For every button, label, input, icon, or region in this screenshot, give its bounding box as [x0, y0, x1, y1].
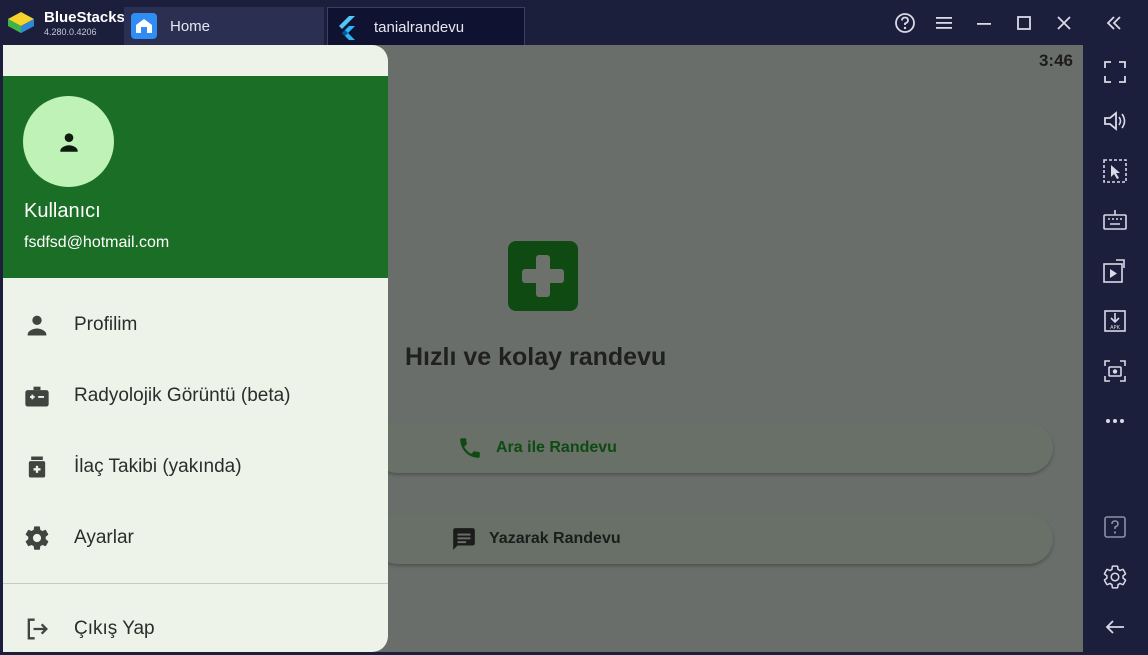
back-icon[interactable] — [1102, 614, 1128, 640]
write-appointment-button[interactable]: Yazarak Randevu — [373, 514, 1053, 564]
tab-home-label: Home — [170, 18, 211, 35]
drawer-divider — [3, 583, 388, 584]
drawer-item-settings[interactable]: Ayarlar — [3, 508, 388, 568]
drawer-item-radiology[interactable]: Radyolojik Görüntü (beta) — [3, 366, 388, 426]
tab-tanialrandevu[interactable]: tanialrandevu — [327, 7, 525, 45]
menu-icon[interactable] — [933, 12, 955, 34]
person-icon — [27, 315, 47, 336]
apk-install-icon[interactable]: APK — [1102, 308, 1128, 334]
more-icon[interactable] — [1102, 408, 1128, 434]
avatar[interactable] — [23, 96, 114, 187]
volume-icon[interactable] — [1102, 108, 1128, 134]
person-icon — [60, 133, 78, 152]
help-icon[interactable] — [1102, 514, 1128, 540]
tab-home[interactable]: Home — [124, 7, 324, 45]
drawer-item-medication[interactable]: İlaç Takibi (yakında) — [3, 437, 388, 497]
call-appointment-label: Ara ile Randevu — [496, 439, 617, 456]
bluestacks-logo-icon — [8, 12, 34, 33]
page-headline: Hızlı ve kolay randevu — [405, 343, 667, 371]
app-name: BlueStacks — [44, 9, 125, 26]
close-icon[interactable] — [1053, 12, 1075, 34]
phone-icon — [460, 438, 480, 458]
navigation-drawer: Kullanıcı fsdfsd@hotmail.com Profilim Ra… — [3, 45, 388, 652]
media-import-icon[interactable] — [1102, 258, 1128, 284]
android-screen: 3:46 Hızlı ve kolay randevu Ara ile Rand… — [3, 45, 1083, 652]
call-appointment-button[interactable]: Ara ile Randevu — [373, 423, 1053, 473]
svg-text:APK: APK — [1110, 325, 1120, 331]
minimize-icon[interactable] — [973, 12, 995, 34]
fullscreen-icon[interactable] — [1102, 59, 1128, 85]
drawer-item-label: Ayarlar — [74, 527, 134, 548]
drawer-item-label: Profilim — [74, 314, 138, 335]
logout-icon — [27, 618, 48, 640]
write-appointment-label: Yazarak Randevu — [489, 530, 621, 547]
help-icon[interactable] — [894, 12, 916, 34]
drawer-item-label: Çıkış Yap — [74, 618, 155, 639]
keyboard-icon[interactable] — [1102, 208, 1128, 234]
screenshot-icon[interactable] — [1102, 358, 1128, 384]
message-icon — [453, 528, 475, 550]
pointer-select-icon[interactable] — [1102, 158, 1128, 184]
bluestacks-sidebar: APK — [1084, 45, 1148, 655]
app-version: 4.280.0.4206 — [44, 27, 97, 37]
tab-app-label: tanialrandevu — [374, 19, 465, 36]
drawer-item-logout[interactable]: Çıkış Yap — [3, 599, 388, 652]
flutter-icon — [339, 16, 355, 40]
bluestacks-logo: BlueStacks 4.280.0.4206 — [6, 8, 125, 38]
settings-icon[interactable] — [1102, 564, 1128, 590]
status-clock: 3:46 — [1038, 51, 1073, 70]
medication-icon — [28, 456, 46, 478]
drawer-item-label: İlaç Takibi (yakında) — [74, 456, 242, 477]
home-icon — [131, 13, 157, 39]
collapse-sidebar-icon[interactable] — [1103, 12, 1125, 34]
medical-cross-logo — [508, 241, 578, 311]
drawer-item-profile[interactable]: Profilim — [3, 295, 388, 355]
settings-icon — [25, 526, 49, 550]
user-email: fsdfsd@hotmail.com — [24, 234, 170, 251]
drawer-item-label: Radyolojik Görüntü (beta) — [74, 385, 291, 406]
drawer-header: Kullanıcı fsdfsd@hotmail.com — [3, 76, 388, 278]
user-name: Kullanıcı — [24, 200, 101, 222]
window-titlebar: BlueStacks 4.280.0.4206 Home tanialrande… — [0, 0, 1148, 45]
maximize-icon[interactable] — [1013, 12, 1035, 34]
medical-badge-icon — [25, 386, 49, 407]
